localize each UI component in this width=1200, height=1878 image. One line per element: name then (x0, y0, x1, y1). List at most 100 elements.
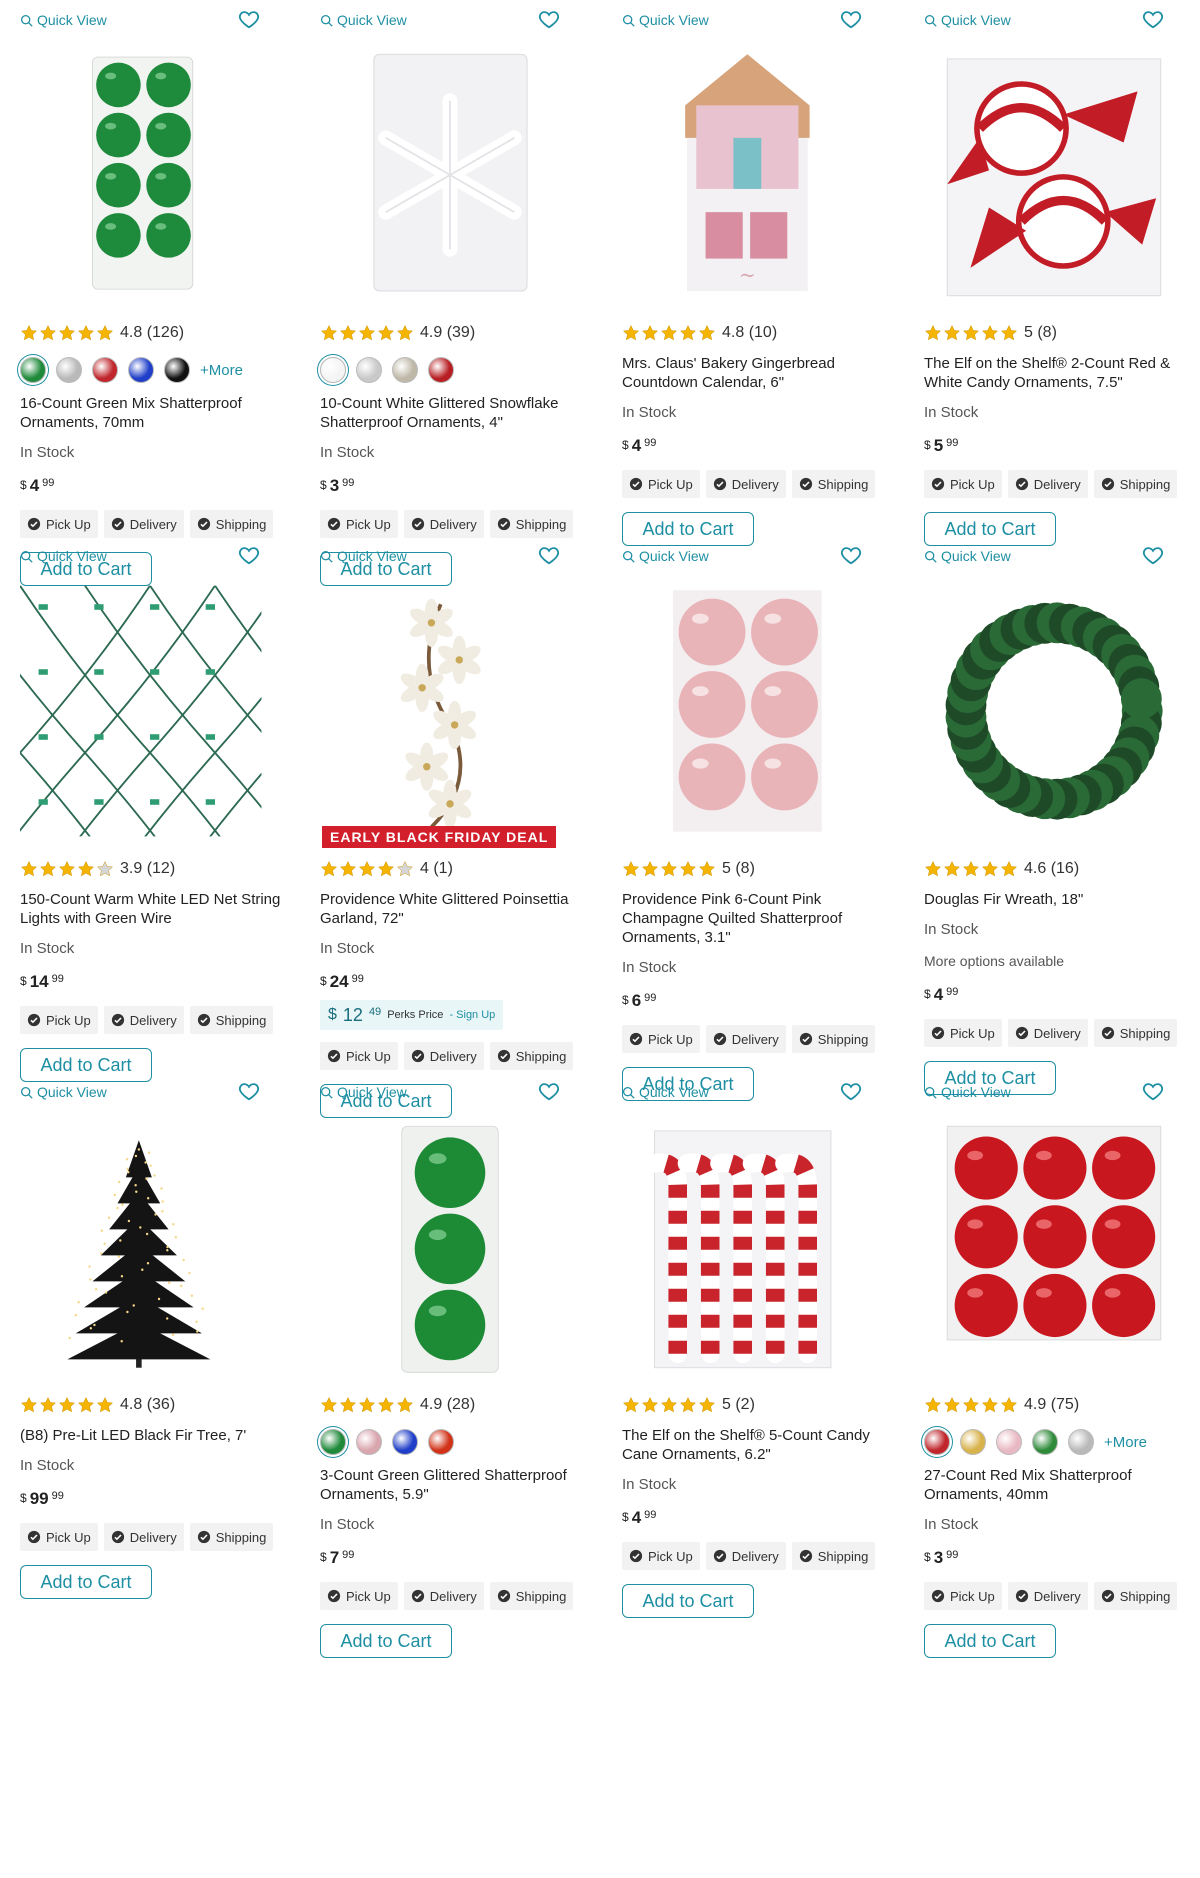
wishlist-button[interactable] (1142, 8, 1164, 30)
wishlist-button[interactable] (538, 1080, 560, 1102)
quick-view-button[interactable]: Quick View (622, 548, 709, 564)
color-swatch[interactable] (128, 357, 154, 383)
color-swatch[interactable] (356, 1429, 382, 1455)
color-swatch[interactable] (428, 1429, 454, 1455)
rating[interactable]: 5 (8) (622, 858, 887, 880)
add-to-cart-button[interactable]: Add to Cart (320, 1624, 452, 1658)
delivery-option[interactable]: Delivery (103, 1523, 184, 1551)
delivery-option[interactable]: Delivery (403, 510, 484, 538)
quick-view-button[interactable]: Quick View (924, 1084, 1011, 1100)
delivery-option[interactable]: Delivery (1007, 1019, 1088, 1047)
wishlist-button[interactable] (238, 1080, 260, 1102)
quick-view-button[interactable]: Quick View (924, 12, 1011, 28)
shipping-option[interactable]: Shipping (791, 470, 876, 498)
color-swatch[interactable] (356, 357, 382, 383)
pickup-option[interactable]: Pick Up (20, 1523, 98, 1551)
product-name[interactable]: Mrs. Claus' Bakery Gingerbread Countdown… (622, 354, 887, 392)
shipping-option[interactable]: Shipping (489, 1042, 574, 1070)
color-swatch[interactable] (996, 1429, 1022, 1455)
color-swatch[interactable] (1032, 1429, 1058, 1455)
wishlist-button[interactable] (238, 544, 260, 566)
pickup-option[interactable]: Pick Up (20, 510, 98, 538)
shipping-option[interactable]: Shipping (189, 1523, 274, 1551)
pickup-option[interactable]: Pick Up (622, 1025, 700, 1053)
perks-signup-link[interactable]: - Sign Up (449, 1009, 495, 1021)
shipping-option[interactable]: Shipping (791, 1025, 876, 1053)
shipping-option[interactable]: Shipping (489, 510, 574, 538)
pickup-option[interactable]: Pick Up (320, 1582, 398, 1610)
shipping-option[interactable]: Shipping (1093, 470, 1178, 498)
wishlist-button[interactable] (538, 8, 560, 30)
shipping-option[interactable]: Shipping (1093, 1582, 1178, 1610)
rating[interactable]: 4.6 (16) (924, 858, 1189, 880)
product-image[interactable] (20, 1112, 280, 1382)
rating[interactable]: 5 (2) (622, 1394, 887, 1416)
quick-view-button[interactable]: Quick View (320, 548, 407, 564)
product-name[interactable]: 10-Count White Glittered Snowflake Shatt… (320, 394, 585, 432)
rating[interactable]: 4.8 (10) (622, 322, 887, 344)
rating[interactable]: 4.9 (75) (924, 1394, 1189, 1416)
product-image[interactable] (622, 576, 882, 846)
product-image[interactable] (924, 40, 1184, 310)
more-colors-link[interactable]: +More (1104, 1434, 1147, 1451)
product-name[interactable]: (B8) Pre-Lit LED Black Fir Tree, 7' (20, 1426, 285, 1445)
product-name[interactable]: 3-Count Green Glittered Shatterproof Orn… (320, 1466, 585, 1504)
delivery-option[interactable]: Delivery (103, 1006, 184, 1034)
add-to-cart-button[interactable]: Add to Cart (20, 1565, 152, 1599)
pickup-option[interactable]: Pick Up (622, 470, 700, 498)
wishlist-button[interactable] (238, 8, 260, 30)
add-to-cart-button[interactable]: Add to Cart (924, 1624, 1056, 1658)
quick-view-button[interactable]: Quick View (20, 1084, 107, 1100)
wishlist-button[interactable] (840, 8, 862, 30)
product-image[interactable] (320, 1112, 580, 1382)
delivery-option[interactable]: Delivery (705, 470, 786, 498)
color-swatch[interactable] (56, 357, 82, 383)
product-image[interactable] (622, 1112, 882, 1382)
quick-view-button[interactable]: Quick View (622, 1084, 709, 1100)
wishlist-button[interactable] (1142, 1080, 1164, 1102)
quick-view-button[interactable]: Quick View (924, 548, 1011, 564)
color-swatch[interactable] (320, 1429, 346, 1455)
delivery-option[interactable]: Delivery (1007, 1582, 1088, 1610)
rating[interactable]: 5 (8) (924, 322, 1189, 344)
shipping-option[interactable]: Shipping (189, 1006, 274, 1034)
product-name[interactable]: The Elf on the Shelf® 2-Count Red & Whit… (924, 354, 1189, 392)
color-swatch[interactable] (392, 357, 418, 383)
product-image[interactable] (924, 1112, 1184, 1382)
delivery-option[interactable]: Delivery (403, 1042, 484, 1070)
product-name[interactable]: The Elf on the Shelf® 5-Count Candy Cane… (622, 1426, 887, 1464)
wishlist-button[interactable] (1142, 544, 1164, 566)
quick-view-button[interactable]: Quick View (320, 1084, 407, 1100)
quick-view-button[interactable]: Quick View (320, 12, 407, 28)
color-swatch[interactable] (320, 357, 346, 383)
delivery-option[interactable]: Delivery (1007, 470, 1088, 498)
delivery-option[interactable]: Delivery (103, 510, 184, 538)
pickup-option[interactable]: Pick Up (320, 510, 398, 538)
color-swatch[interactable] (428, 357, 454, 383)
product-image[interactable] (320, 40, 580, 310)
shipping-option[interactable]: Shipping (189, 510, 274, 538)
product-name[interactable]: Douglas Fir Wreath, 18" (924, 890, 1189, 909)
wishlist-button[interactable] (840, 1080, 862, 1102)
delivery-option[interactable]: Delivery (705, 1542, 786, 1570)
pickup-option[interactable]: Pick Up (20, 1006, 98, 1034)
product-name[interactable]: Providence White Glittered Poinsettia Ga… (320, 890, 585, 928)
color-swatch[interactable] (92, 357, 118, 383)
color-swatch[interactable] (924, 1429, 950, 1455)
pickup-option[interactable]: Pick Up (622, 1542, 700, 1570)
product-name[interactable]: 16-Count Green Mix Shatterproof Ornament… (20, 394, 285, 432)
product-image[interactable] (924, 576, 1184, 846)
wishlist-button[interactable] (538, 544, 560, 566)
product-image[interactable] (20, 40, 280, 310)
color-swatch[interactable] (20, 357, 46, 383)
pickup-option[interactable]: Pick Up (924, 1582, 1002, 1610)
rating[interactable]: 4.8 (126) (20, 322, 285, 344)
rating[interactable]: 3.9 (12) (20, 858, 285, 880)
shipping-option[interactable]: Shipping (489, 1582, 574, 1610)
add-to-cart-button[interactable]: Add to Cart (622, 1584, 754, 1618)
product-image[interactable]: ~ (622, 40, 882, 310)
product-image[interactable] (320, 576, 580, 846)
color-swatch[interactable] (960, 1429, 986, 1455)
quick-view-button[interactable]: Quick View (20, 12, 107, 28)
pickup-option[interactable]: Pick Up (320, 1042, 398, 1070)
